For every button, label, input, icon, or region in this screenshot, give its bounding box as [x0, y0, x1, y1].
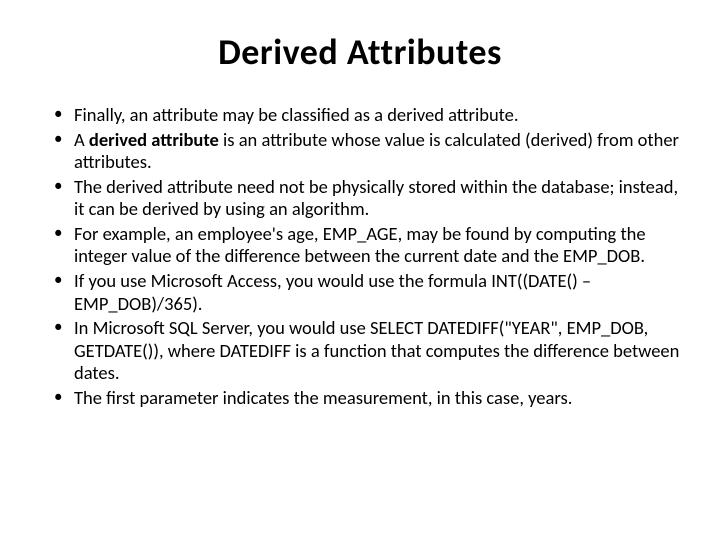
bullet-bold: derived attribute [89, 128, 219, 151]
bullet-text: In Microsoft SQL Server, you would use S… [74, 316, 679, 384]
list-item: Finally, an attribute may be classified … [50, 104, 680, 127]
bullet-text: The first parameter indicates the measur… [74, 386, 572, 409]
bullet-text: Finally, an attribute may be classified … [74, 103, 519, 126]
slide: Derived Attributes Finally, an attribute… [0, 0, 720, 540]
list-item: In Microsoft SQL Server, you would use S… [50, 317, 680, 385]
bullet-text: A [74, 128, 89, 151]
list-item: The first parameter indicates the measur… [50, 387, 680, 410]
bullet-list: Finally, an attribute may be classified … [40, 104, 680, 409]
bullet-text: If you use Microsoft Access, you would u… [74, 269, 591, 315]
list-item: If you use Microsoft Access, you would u… [50, 270, 680, 315]
bullet-text: For example, an employee's age, EMP_AGE,… [74, 222, 646, 268]
list-item: A derived attribute is an attribute whos… [50, 129, 680, 174]
bullet-text: The derived attribute need not be physic… [74, 175, 678, 221]
page-title: Derived Attributes [40, 30, 680, 74]
list-item: The derived attribute need not be physic… [50, 176, 680, 221]
list-item: For example, an employee's age, EMP_AGE,… [50, 223, 680, 268]
